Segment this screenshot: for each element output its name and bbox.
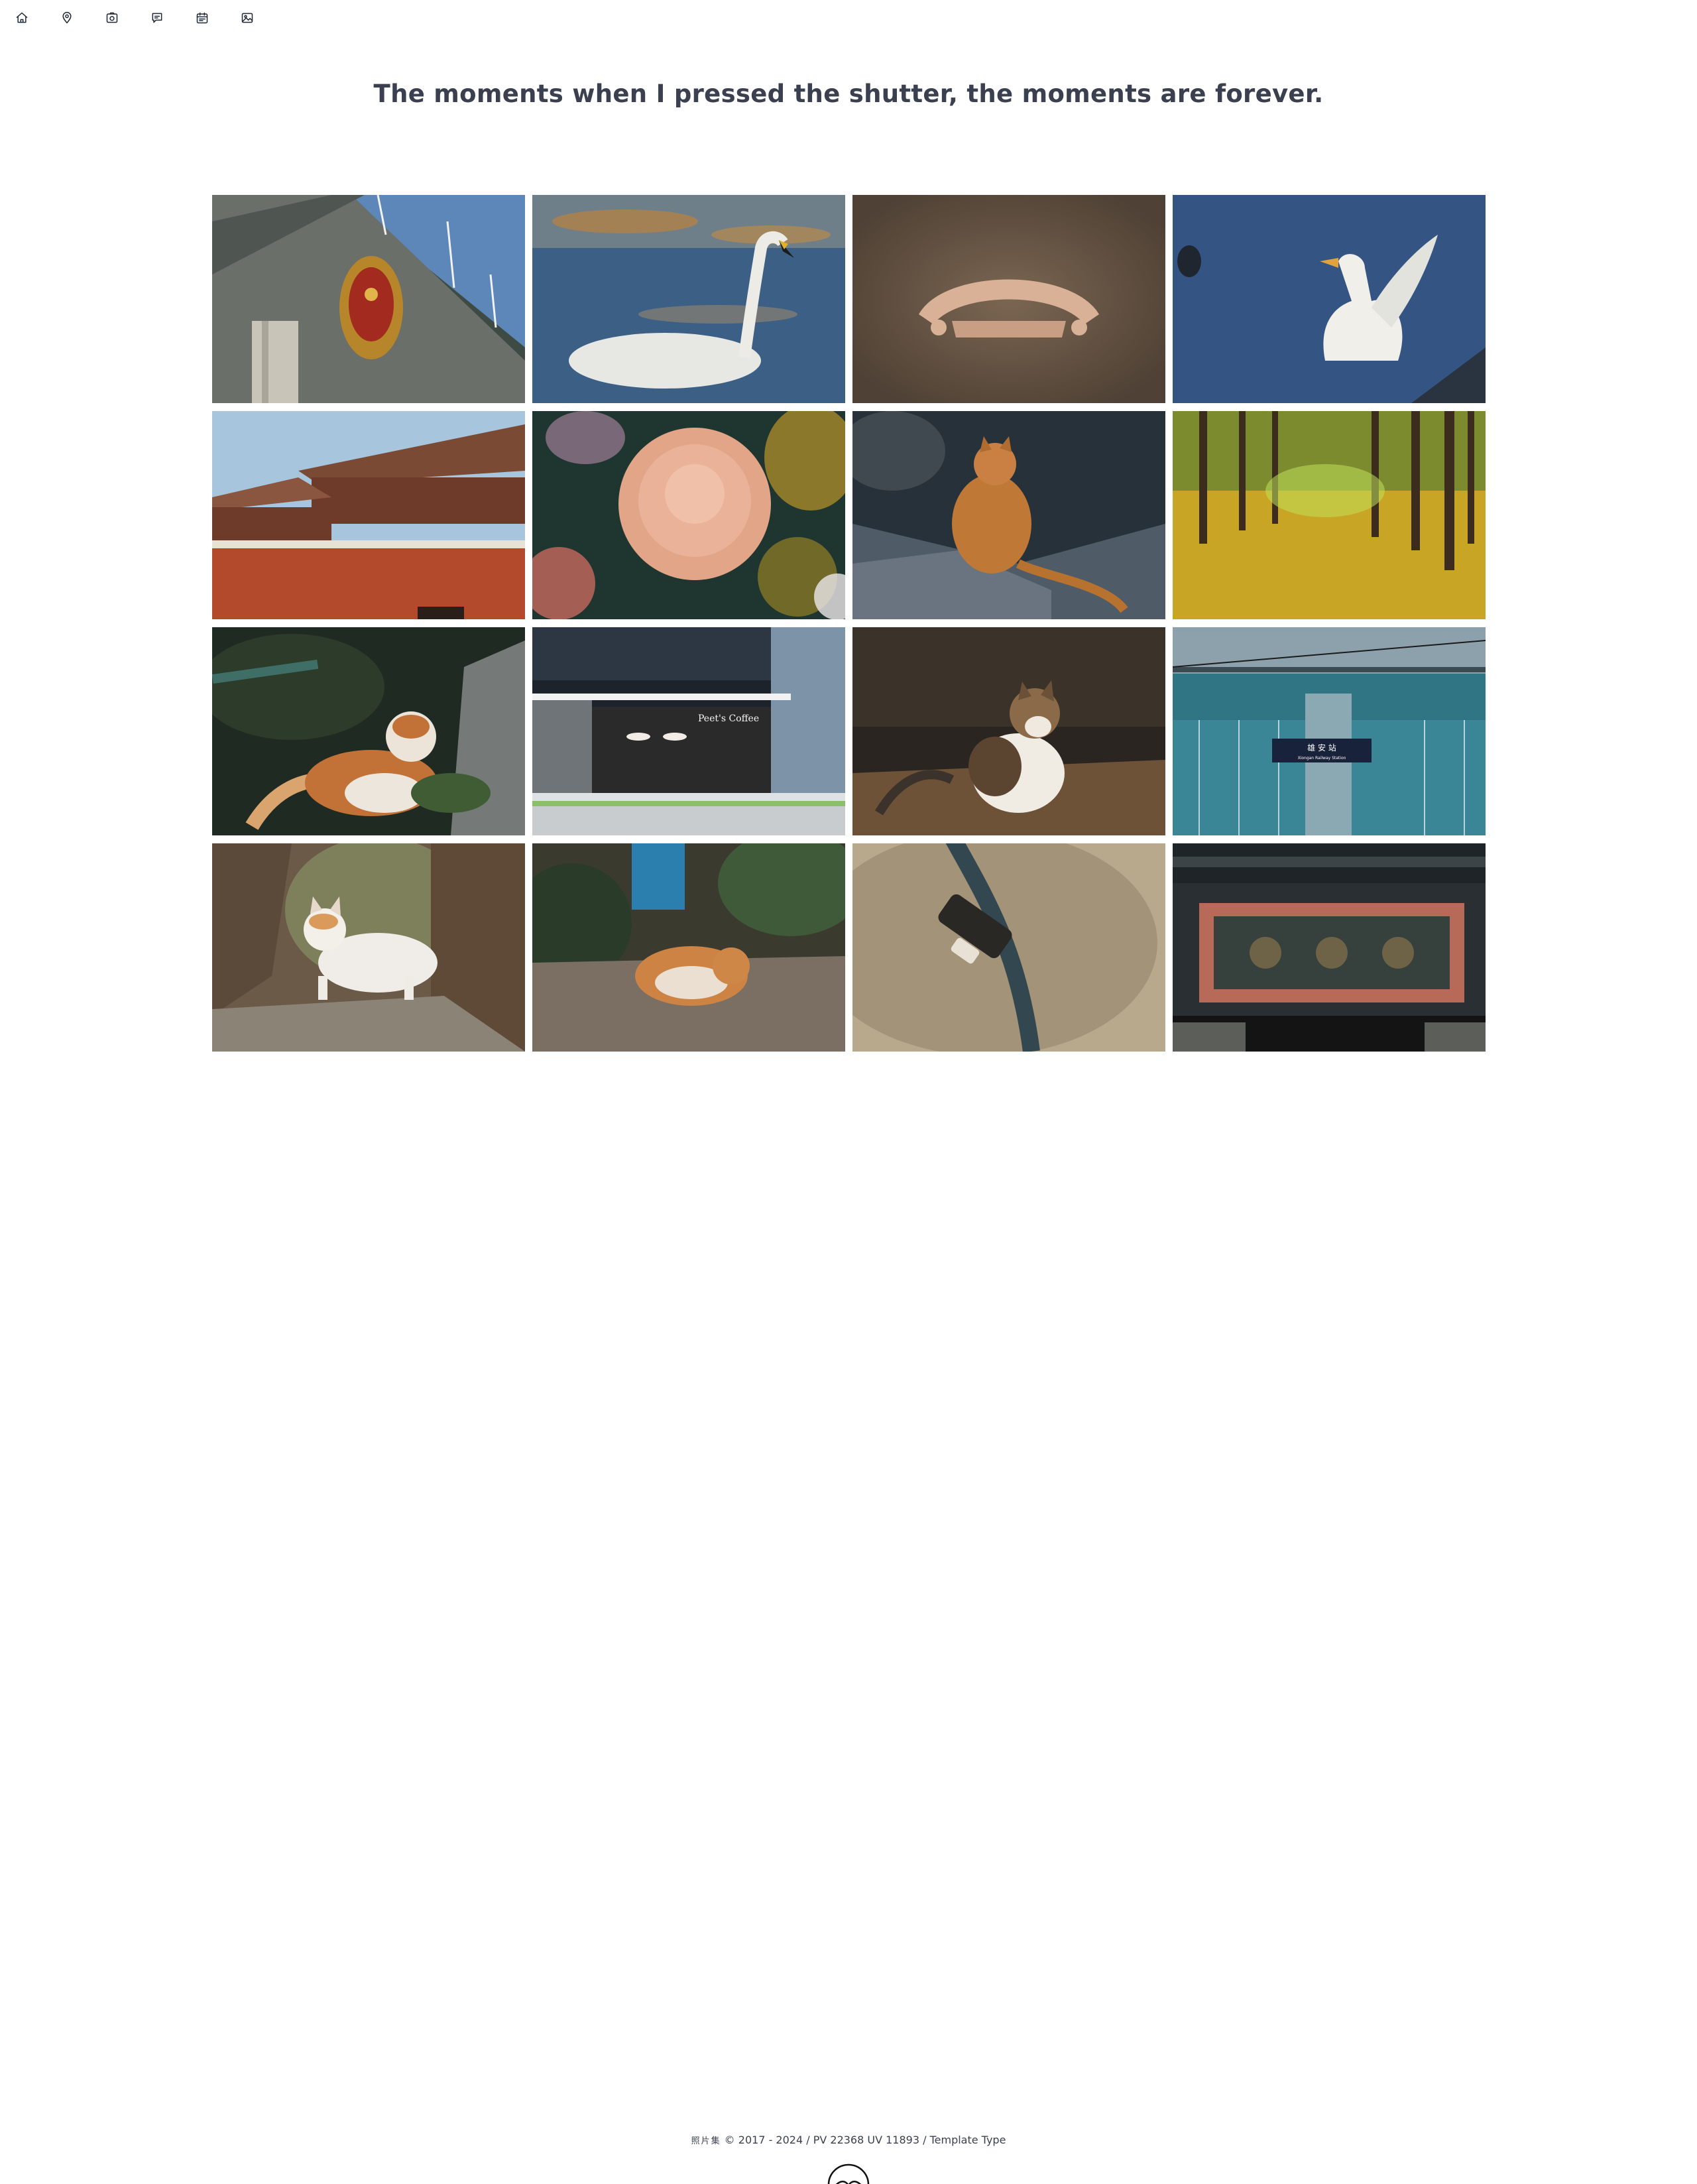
camera-icon[interactable] (103, 9, 121, 27)
home-icon[interactable] (13, 9, 30, 27)
photo-palace-gate[interactable] (212, 411, 525, 619)
photo-swan[interactable] (532, 195, 845, 403)
page: The moments when I pressed the shutter, … (0, 0, 1697, 2184)
photo-bottle-in-sand[interactable] (852, 843, 1165, 1052)
photo-cat-on-rock[interactable] (852, 411, 1165, 619)
photo-coffee-storefront[interactable]: Peet's Coffee (532, 627, 845, 835)
page-title: The moments when I pressed the shutter, … (373, 80, 1324, 108)
photo-calico-cat[interactable] (852, 627, 1165, 835)
footer-logo-icon (827, 2163, 870, 2184)
template-link[interactable]: Template Type (930, 2134, 1006, 2146)
footer-copyright: © 2017 - 2024 / PV 22368 UV 11893 / (724, 2134, 930, 2146)
photo-white-duck[interactable] (1173, 195, 1486, 403)
location-pin-icon[interactable] (58, 9, 76, 27)
photo-ginkgo-forest[interactable] (1173, 411, 1486, 619)
station-sign-chinese: 雄 安 站 (1307, 743, 1336, 753)
footer-brand: 照片集 (691, 2136, 721, 2146)
photo-railway-station[interactable]: 雄 安 站 Xiongan Railway Station (1173, 627, 1486, 835)
photo-national-emblem[interactable] (212, 195, 525, 403)
photo-gallery: Peet's Coffee 雄 安 站 Xiongan Railway Stat… (212, 195, 1486, 1052)
photo-white-cat[interactable] (212, 843, 525, 1052)
photo-sleeping-cat[interactable] (532, 843, 845, 1052)
photo-carved-ornament[interactable] (852, 195, 1165, 403)
photo-chrysanthemum[interactable] (532, 411, 845, 619)
chat-bubble-icon[interactable] (148, 9, 166, 27)
photo-cat-in-grass[interactable] (212, 627, 525, 835)
station-sign-english: Xiongan Railway Station (1298, 756, 1346, 760)
photo-carved-plaque[interactable] (1173, 843, 1486, 1052)
image-icon[interactable] (239, 9, 256, 27)
footer: 照片集 © 2017 - 2024 / PV 22368 UV 11893 / … (0, 2134, 1697, 2146)
storefront-sign: Peet's Coffee (698, 713, 759, 724)
calendar-icon[interactable] (194, 9, 211, 27)
